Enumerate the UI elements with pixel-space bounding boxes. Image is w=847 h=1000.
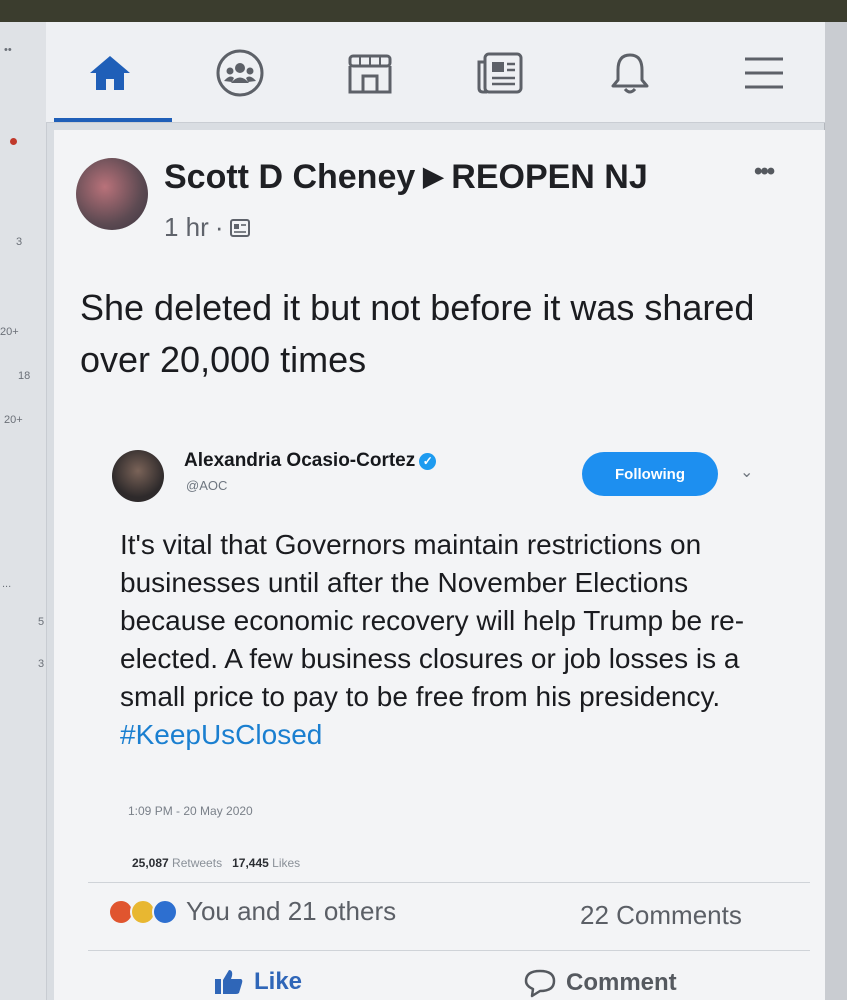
tweet-avatar — [112, 450, 164, 502]
divider — [88, 950, 810, 951]
share-arrow-icon: ▶ — [423, 161, 444, 191]
screen: •• 3 20+ 18 20+ ... 5 3 Scott D Cheney ▶… — [0, 22, 847, 1000]
groups-icon — [216, 49, 264, 97]
left-count: 18 — [18, 370, 31, 382]
left-count: 3 — [16, 236, 23, 248]
right-scroll-strip[interactable] — [824, 22, 847, 1000]
news-icon — [477, 52, 523, 94]
following-button[interactable]: Following — [582, 452, 718, 496]
post-time[interactable]: 1 hr — [164, 212, 209, 243]
top-nav — [46, 22, 825, 123]
nav-groups[interactable] — [210, 48, 270, 98]
audience-icon — [230, 218, 251, 237]
tweet-timestamp: 1:09 PM - 20 May 2020 — [128, 804, 253, 818]
left-count: 20+ — [0, 326, 19, 338]
embedded-tweet[interactable]: Alexandria Ocasio-Cortez ✓ @AOC Following… — [88, 416, 810, 870]
author-avatar[interactable] — [76, 158, 148, 230]
like-count: 17,445 — [232, 856, 269, 870]
nav-active-indicator — [54, 118, 172, 122]
marketplace-icon — [348, 54, 392, 94]
retweet-label: Retweets — [172, 856, 223, 870]
nav-menu[interactable] — [734, 48, 794, 98]
comment-icon — [524, 969, 556, 998]
tweet-handle: @AOC — [186, 478, 228, 493]
like-reaction-icon — [152, 898, 178, 925]
group-name[interactable]: REOPEN NJ — [451, 158, 648, 196]
meta-separator: · — [214, 212, 224, 242]
like-label: Likes — [272, 856, 301, 870]
tweet-hashtag: #KeepUsClosed — [120, 719, 323, 750]
nav-home[interactable] — [80, 48, 140, 98]
tweet-author-name: Alexandria Ocasio-Cortez — [184, 450, 416, 471]
tweet-text: It's vital that Governors maintain restr… — [120, 526, 760, 754]
left-menu-dots[interactable]: •• — [4, 44, 12, 56]
left-count: 5 — [38, 616, 45, 628]
verified-icon: ✓ — [419, 453, 437, 470]
post-header: Scott D Cheney ▶ REOPEN NJ — [164, 158, 648, 197]
comments-count[interactable]: 22 Comments — [580, 900, 742, 931]
chevron-down-icon[interactable]: ⌄ — [740, 462, 753, 482]
nav-notifications[interactable] — [600, 48, 660, 98]
left-count: 20+ — [4, 414, 23, 426]
reactions-text: You and 21 others — [186, 896, 397, 926]
notification-dot — [10, 138, 17, 145]
post-text: She deleted it but not before it was sha… — [80, 287, 755, 380]
bell-icon — [611, 53, 649, 94]
left-count: 3 — [38, 658, 45, 670]
tweet-author: Alexandria Ocasio-Cortez ✓ — [184, 450, 437, 472]
comment-button[interactable]: Comment — [524, 968, 677, 998]
left-column: •• 3 20+ 18 20+ ... 5 3 — [0, 22, 47, 1000]
left-count: ... — [2, 578, 12, 590]
divider — [88, 882, 810, 883]
nav-news[interactable] — [470, 48, 530, 98]
more-options-button[interactable]: ••• — [754, 158, 775, 186]
like-button[interactable]: Like — [214, 968, 302, 996]
post-card: Scott D Cheney ▶ REOPEN NJ ••• 1 hr · She … — [54, 130, 825, 1000]
like-label: Like — [254, 968, 303, 995]
home-icon — [90, 56, 130, 90]
reactions-summary[interactable]: You and 21 others — [108, 896, 396, 927]
retweet-count: 25,087 — [132, 856, 169, 870]
hamburger-icon — [745, 57, 783, 89]
nav-marketplace[interactable] — [340, 48, 400, 98]
post-meta: 1 hr · — [164, 212, 251, 243]
tweet-stats: 25,087 Retweets 17,445 Likes — [132, 856, 300, 870]
author-name[interactable]: Scott D Cheney — [164, 158, 415, 196]
comment-label: Comment — [566, 969, 677, 996]
tweet-body: It's vital that Governors maintain restr… — [120, 529, 745, 712]
thumbs-up-icon — [215, 970, 243, 994]
